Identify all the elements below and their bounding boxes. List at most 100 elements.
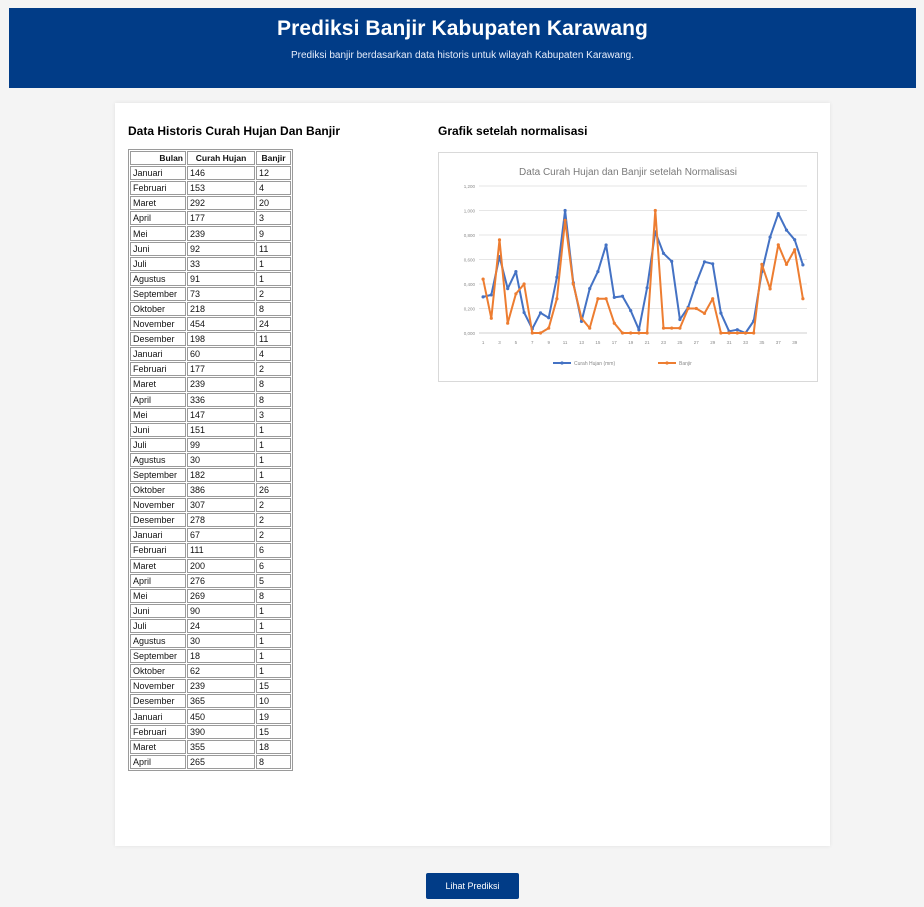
x-tick-label: 21 xyxy=(645,340,651,345)
data-point xyxy=(530,331,534,335)
cell-banjir: 1 xyxy=(256,664,291,679)
cell-curah-hujan: 239 xyxy=(187,679,255,694)
cell-curah-hujan: 239 xyxy=(187,377,255,392)
cell-banjir: 8 xyxy=(256,392,291,407)
table-row: Maret 355 18 xyxy=(130,739,291,754)
cell-banjir: 3 xyxy=(256,407,291,422)
cell-bulan: Juni xyxy=(130,241,186,256)
data-point xyxy=(711,262,715,266)
table-row: November 307 2 xyxy=(130,498,291,513)
cell-banjir: 8 xyxy=(256,754,291,769)
cell-bulan: Februari xyxy=(130,543,186,558)
data-point xyxy=(612,295,616,299)
cell-bulan: April xyxy=(130,392,186,407)
table-row: Desember 365 10 xyxy=(130,694,291,709)
cell-banjir: 9 xyxy=(256,226,291,241)
x-tick-label: 11 xyxy=(563,340,568,345)
page-title: Prediksi Banjir Kabupaten Karawang xyxy=(276,17,648,40)
data-point xyxy=(547,316,551,320)
data-point xyxy=(563,218,567,222)
cell-curah-hujan: 292 xyxy=(187,196,255,211)
data-point xyxy=(612,321,616,325)
x-tick-label: 29 xyxy=(710,340,716,345)
x-tick-label: 25 xyxy=(677,340,683,345)
page-header: Prediksi Banjir Kabupaten Karawang Predi… xyxy=(9,8,916,88)
cell-bulan: Mei xyxy=(130,407,186,422)
table-row: Januari 60 4 xyxy=(130,347,291,362)
data-point xyxy=(514,270,518,274)
table-row: Februari 153 4 xyxy=(130,181,291,196)
table-row: Juli 24 1 xyxy=(130,618,291,633)
cell-banjir: 1 xyxy=(256,437,291,452)
table-row: Agustus 91 1 xyxy=(130,271,291,286)
data-point xyxy=(637,331,641,335)
data-point xyxy=(670,259,674,263)
cell-banjir: 8 xyxy=(256,588,291,603)
column-header-bulan: Bulan xyxy=(130,151,186,166)
cell-banjir: 6 xyxy=(256,558,291,573)
cell-banjir: 1 xyxy=(256,422,291,437)
data-point xyxy=(596,297,600,301)
table-row: Februari 177 2 xyxy=(130,362,291,377)
x-tick-label: 23 xyxy=(661,340,667,345)
series-line-banjir xyxy=(482,209,804,334)
x-tick-label: 15 xyxy=(595,340,601,345)
chart-title: Data Curah Hujan dan Banjir setelah Norm… xyxy=(519,167,737,178)
x-tick-label: 7 xyxy=(531,340,534,345)
x-tick-label: 19 xyxy=(628,340,634,345)
data-point xyxy=(653,208,657,213)
cell-banjir: 8 xyxy=(256,377,291,392)
view-prediction-button[interactable]: Lihat Prediksi xyxy=(426,873,519,899)
y-tick-label: 0,400 xyxy=(464,282,476,287)
cell-curah-hujan: 147 xyxy=(187,407,255,422)
cell-bulan: Oktober xyxy=(130,664,186,679)
data-point xyxy=(784,228,789,232)
data-point xyxy=(522,282,526,286)
cell-curah-hujan: 67 xyxy=(187,528,255,543)
cell-curah-hujan: 198 xyxy=(187,332,255,347)
data-point xyxy=(489,293,493,297)
data-point xyxy=(481,277,485,281)
data-point xyxy=(686,306,690,311)
cell-curah-hujan: 390 xyxy=(187,724,255,739)
table-row: Mei 269 8 xyxy=(130,588,291,603)
cell-banjir: 5 xyxy=(256,573,291,588)
cell-curah-hujan: 33 xyxy=(187,256,255,271)
data-point xyxy=(776,243,780,247)
data-point xyxy=(719,311,723,315)
column-header-banjir: Banjir xyxy=(256,151,291,166)
cell-banjir: 20 xyxy=(256,196,291,211)
cell-bulan: Januari xyxy=(130,347,186,362)
y-tick-label: 0,800 xyxy=(464,233,476,238)
data-point xyxy=(629,331,633,335)
page-subtitle: Prediksi banjir berdasarkan data histori… xyxy=(291,50,634,61)
cell-bulan: Februari xyxy=(130,181,186,196)
cell-banjir: 19 xyxy=(256,709,291,724)
cell-bulan: Februari xyxy=(130,362,186,377)
data-point xyxy=(678,317,682,322)
cell-bulan: November xyxy=(130,317,186,332)
data-point xyxy=(538,331,543,335)
cell-bulan: Januari xyxy=(130,166,186,181)
legend-label: Banjir xyxy=(679,361,692,367)
cell-bulan: September xyxy=(130,649,186,664)
x-tick-label: 5 xyxy=(515,340,518,345)
data-point xyxy=(768,287,772,291)
data-point xyxy=(784,262,789,266)
cell-banjir: 12 xyxy=(256,166,291,181)
cell-bulan: Mei xyxy=(130,226,186,241)
y-tick-label: 0,200 xyxy=(464,307,476,312)
table-row: Januari 67 2 xyxy=(130,528,291,543)
cell-banjir: 1 xyxy=(256,603,291,618)
data-point xyxy=(571,282,575,286)
table-row: April 177 3 xyxy=(130,211,291,226)
table-row: Juni 92 11 xyxy=(130,241,291,256)
historical-data-table: Bulan Curah Hujan Banjir Januari 146 12 Feb… xyxy=(128,149,293,771)
data-point xyxy=(801,297,805,301)
data-point xyxy=(629,308,633,313)
table-row: April 336 8 xyxy=(130,392,291,407)
x-tick-label: 17 xyxy=(612,340,618,345)
data-point xyxy=(620,331,625,335)
cell-curah-hujan: 365 xyxy=(187,694,255,709)
table-row: April 265 8 xyxy=(130,754,291,769)
